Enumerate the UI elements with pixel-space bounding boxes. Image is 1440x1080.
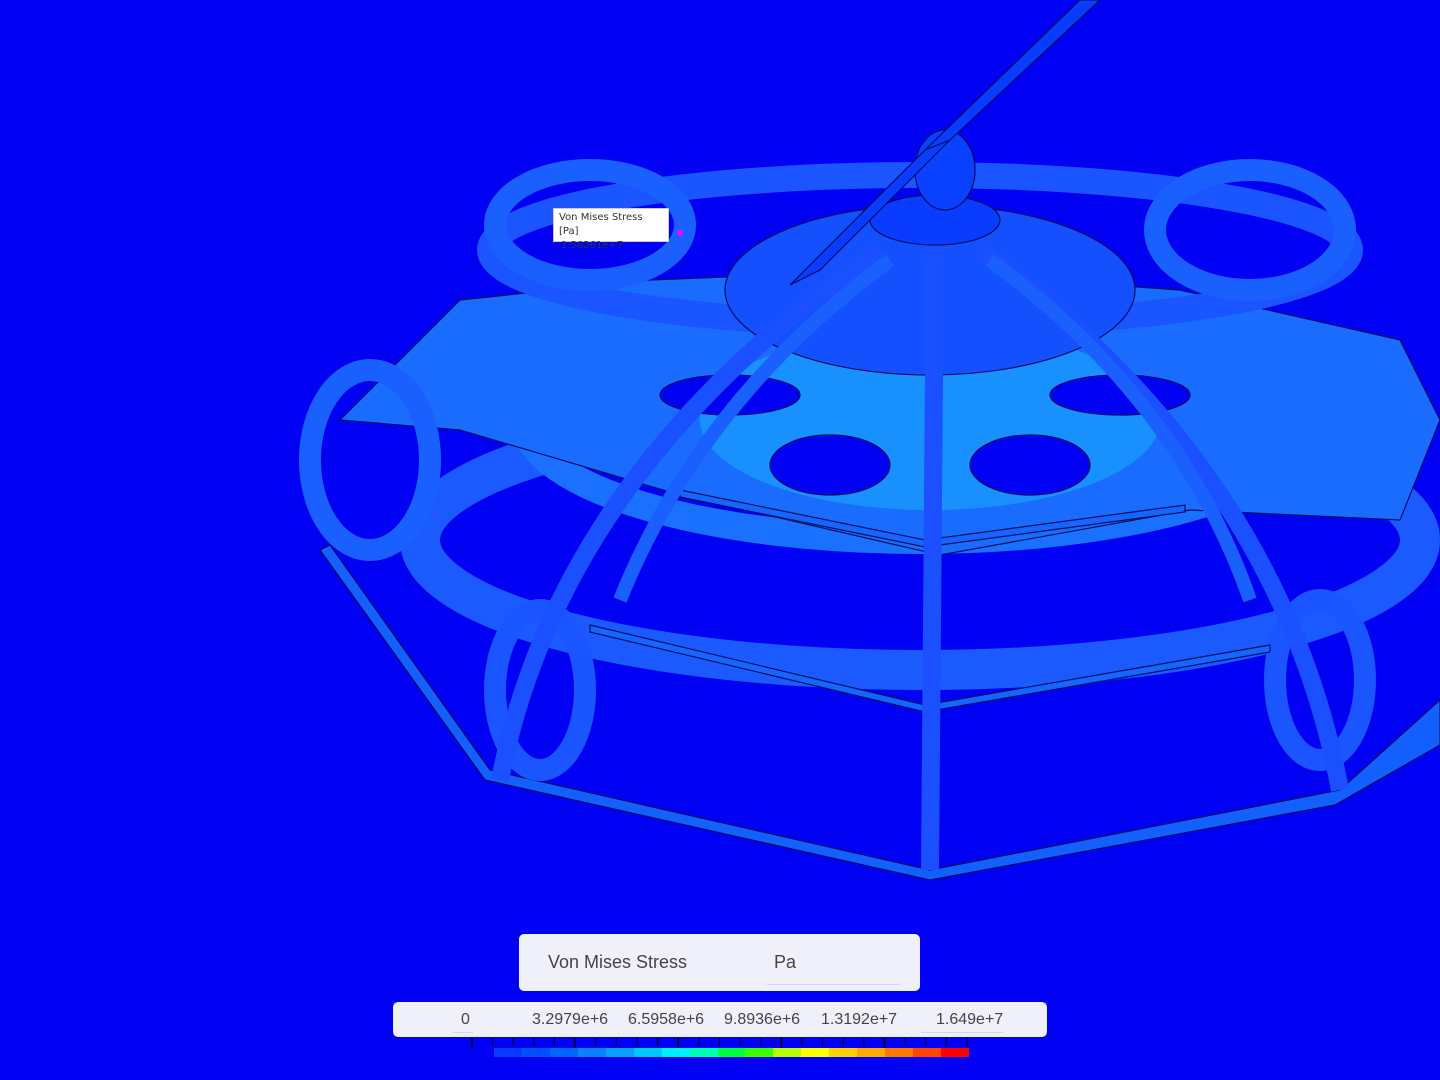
colorbar-segment xyxy=(941,1048,969,1057)
legend-title-panel[interactable]: Von Mises Stress Pa xyxy=(519,934,920,991)
propeller-blade xyxy=(924,0,1101,151)
legend-max-input[interactable]: 1.649e+7 xyxy=(936,1011,1003,1029)
colorbar-segment xyxy=(717,1048,746,1057)
colorbar-segment xyxy=(633,1048,662,1057)
probe-label: Von Mises Stress [Pa] xyxy=(559,212,643,237)
colorbar-segment xyxy=(829,1048,858,1057)
legend-tick-label: 3.2979e+6 xyxy=(532,1011,609,1028)
colorbar-ticks xyxy=(471,1038,968,1048)
colorbar-segment xyxy=(913,1048,941,1057)
colorbar-segment xyxy=(577,1048,606,1057)
legend-scale-panel: 0 3.2979e+6 6.5958e+6 9.8936e+6 1.3192e+… xyxy=(393,1002,1047,1037)
stress-hotspot xyxy=(677,230,683,236)
cutout xyxy=(969,434,1091,496)
probe-tooltip: Von Mises Stress [Pa] 1.56261e+7 xyxy=(553,208,669,251)
3d-viewport[interactable] xyxy=(0,0,1440,1080)
cage-model xyxy=(299,0,1440,881)
colorbar-segment xyxy=(494,1048,522,1057)
colorbar-segment xyxy=(661,1048,690,1057)
colorbar-segment xyxy=(773,1048,802,1057)
colorbar-segment xyxy=(605,1048,634,1057)
unit-underline xyxy=(767,984,901,985)
legend-field-name[interactable]: Von Mises Stress xyxy=(548,952,687,973)
legend-tick-label: 1.3192e+7 xyxy=(821,1011,898,1028)
legend-min-input[interactable]: 0 xyxy=(461,1011,470,1029)
max-underline xyxy=(921,1032,1003,1033)
colorbar-segment xyxy=(549,1048,578,1057)
colorbar xyxy=(494,1048,969,1057)
cutout xyxy=(769,434,891,496)
min-underline xyxy=(453,1032,473,1033)
arc-spoke xyxy=(921,249,944,871)
colorbar-segment xyxy=(801,1048,830,1057)
colorbar-segment xyxy=(745,1048,774,1057)
colorbar-segment xyxy=(885,1048,914,1057)
colorbar-segment xyxy=(857,1048,886,1057)
probe-value: 1.56261e+7 xyxy=(561,240,624,251)
colorbar-segment xyxy=(689,1048,718,1057)
legend-unit-select[interactable]: Pa xyxy=(774,952,796,973)
legend-tick-label: 9.8936e+6 xyxy=(724,1011,801,1028)
colorbar-segment xyxy=(521,1048,550,1057)
legend-tick-label: 6.5958e+6 xyxy=(628,1011,705,1028)
